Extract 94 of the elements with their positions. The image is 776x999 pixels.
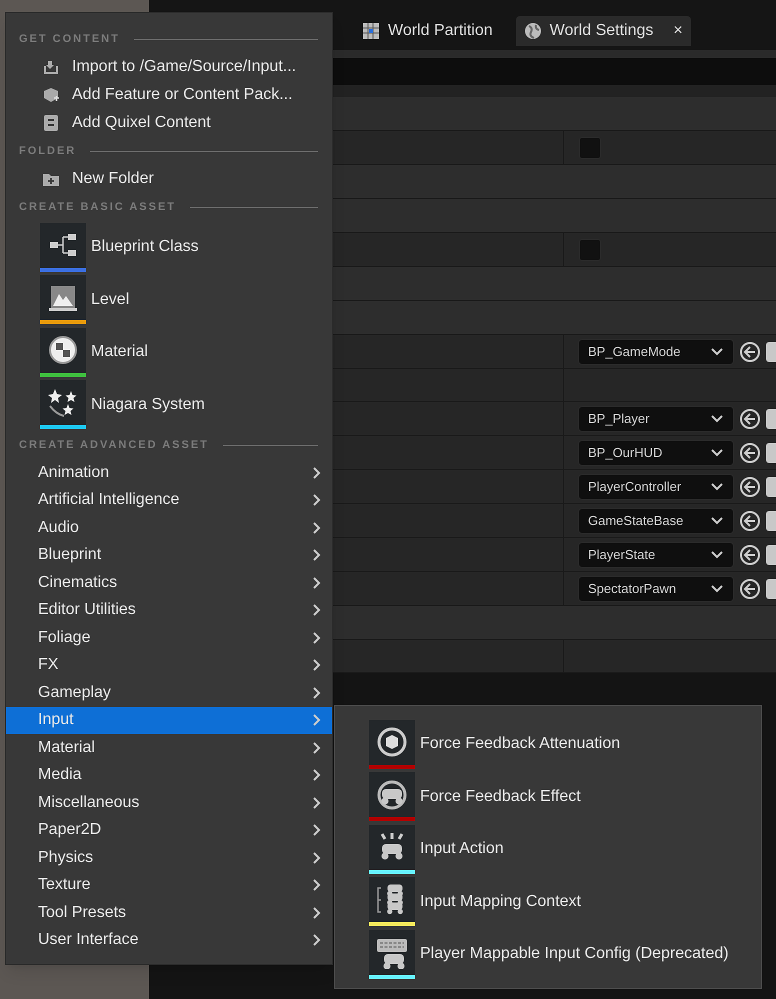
chevron-right-icon bbox=[312, 823, 322, 838]
globe-icon bbox=[524, 22, 542, 40]
browse-button[interactable] bbox=[766, 578, 776, 598]
browse-button[interactable] bbox=[766, 342, 776, 362]
asset-menu-item[interactable]: Player Mappable Input Config (Deprecated) bbox=[335, 928, 761, 980]
menu-item-label: Niagara System bbox=[91, 394, 205, 415]
grid-icon bbox=[362, 22, 380, 40]
submenu-item[interactable]: Texture bbox=[6, 872, 332, 899]
chevron-down-icon bbox=[710, 448, 724, 458]
box-icon bbox=[42, 86, 60, 104]
chevron-right-icon bbox=[312, 576, 322, 590]
panel-tab[interactable]: World Settings × bbox=[516, 16, 691, 46]
chevron-right-icon bbox=[312, 740, 322, 755]
submenu-item[interactable]: Cinematics bbox=[6, 569, 332, 596]
chevron-right-icon bbox=[312, 630, 322, 645]
asset-menu-item[interactable]: Input Action bbox=[335, 823, 761, 876]
close-icon[interactable]: × bbox=[673, 19, 683, 43]
menu-item[interactable]: Import to /Game/Source/Input... bbox=[6, 53, 332, 81]
chevron-right-icon bbox=[312, 603, 322, 618]
chevron-right-icon bbox=[312, 768, 322, 782]
browse-button[interactable] bbox=[766, 408, 776, 428]
asset-menu-item[interactable]: Level bbox=[6, 274, 332, 326]
chevron-right-icon bbox=[312, 796, 322, 810]
chevron-down-icon bbox=[710, 482, 724, 492]
asset-menu-item[interactable]: Blueprint Class bbox=[6, 221, 332, 274]
menu-item[interactable]: Add Feature or Content Pack... bbox=[6, 81, 332, 109]
class-dropdown[interactable]: BP_OurHUD bbox=[578, 440, 734, 466]
asset-menu-item[interactable]: Niagara System bbox=[6, 378, 332, 431]
asset-menu-item[interactable]: Material bbox=[6, 326, 332, 378]
submenu-item[interactable]: Audio bbox=[6, 514, 332, 542]
chevron-down-icon bbox=[710, 414, 724, 424]
browse-button[interactable] bbox=[766, 510, 776, 530]
submenu-item[interactable]: Gameplay bbox=[6, 679, 332, 706]
submenu-item[interactable]: Physics bbox=[6, 844, 332, 872]
menu-item-label: Input Action bbox=[420, 839, 504, 860]
browse-button[interactable] bbox=[766, 544, 776, 564]
chevron-down-icon bbox=[710, 346, 724, 356]
chevron-right-icon bbox=[312, 933, 322, 948]
section-heading: CREATE ADVANCED ASSET bbox=[19, 438, 209, 453]
menu-item-label: Blueprint Class bbox=[91, 237, 199, 258]
submenu-item[interactable]: Editor Utilities bbox=[6, 596, 332, 624]
menu-item-label: Force Feedback Attenuation bbox=[420, 734, 620, 754]
asset-menu-item[interactable]: Input Mapping Context bbox=[335, 876, 761, 928]
submenu-item[interactable]: Input bbox=[6, 706, 332, 734]
browse-button[interactable] bbox=[766, 476, 776, 496]
menu-item-label: Level bbox=[91, 290, 130, 310]
submenu-item[interactable]: Tool Presets bbox=[6, 899, 332, 926]
submenu-item[interactable]: Material bbox=[6, 734, 332, 762]
checkbox[interactable] bbox=[579, 136, 601, 158]
chevron-down-icon bbox=[710, 550, 724, 560]
chevron-right-icon bbox=[312, 548, 322, 562]
chevron-right-icon bbox=[312, 850, 322, 865]
class-dropdown[interactable]: PlayerController bbox=[578, 474, 734, 500]
chevron-down-icon bbox=[710, 516, 724, 526]
checkbox[interactable] bbox=[579, 238, 601, 260]
asset-menu-item[interactable]: Force Feedback Attenuation bbox=[335, 718, 761, 770]
import-icon bbox=[42, 58, 60, 76]
chevron-right-icon bbox=[312, 906, 322, 920]
asset-menu-item[interactable]: Force Feedback Effect bbox=[335, 770, 761, 823]
menu-item-label: Material bbox=[91, 342, 148, 362]
section-heading: CREATE BASIC ASSET bbox=[19, 200, 176, 215]
submenu-item[interactable]: Miscellaneous bbox=[6, 789, 332, 816]
gamepad-in-ring-icon bbox=[375, 778, 409, 812]
menu-item[interactable]: Add Quixel Content bbox=[6, 109, 332, 137]
menu-item-label: Player Mappable Input Config (Deprecated) bbox=[420, 944, 729, 964]
class-dropdown[interactable]: BP_Player bbox=[578, 406, 734, 432]
submenu-item[interactable]: Blueprint bbox=[6, 542, 332, 569]
chevron-right-icon bbox=[312, 466, 322, 480]
chevron-right-icon bbox=[312, 493, 322, 508]
chevron-right-icon bbox=[312, 713, 322, 728]
panel-tab[interactable]: World Partition bbox=[354, 16, 501, 46]
menu-item-label: Input Mapping Context bbox=[420, 892, 581, 912]
browse-button[interactable] bbox=[766, 442, 776, 462]
chevron-right-icon bbox=[312, 520, 322, 535]
chevron-right-icon bbox=[312, 658, 322, 672]
section-heading: GET CONTENT bbox=[19, 32, 120, 47]
class-dropdown[interactable]: GameStateBase bbox=[578, 508, 734, 534]
submenu-item[interactable]: Artificial Intelligence bbox=[6, 486, 332, 514]
submenu-item[interactable]: Media bbox=[6, 762, 332, 789]
class-dropdown[interactable]: BP_GameMode bbox=[578, 338, 734, 364]
chevron-right-icon bbox=[312, 878, 322, 892]
class-dropdown[interactable]: SpectatorPawn bbox=[578, 576, 734, 602]
menu-item[interactable]: New Folder bbox=[6, 165, 332, 193]
chevron-right-icon bbox=[312, 686, 322, 700]
submenu-item[interactable]: Animation bbox=[6, 459, 332, 486]
section-heading: FOLDER bbox=[19, 144, 76, 159]
submenu-item[interactable]: Foliage bbox=[6, 624, 332, 652]
cube-in-ring-icon bbox=[375, 725, 409, 760]
class-dropdown[interactable]: PlayerState bbox=[578, 542, 734, 568]
submenu-item[interactable]: Paper2D bbox=[6, 816, 332, 844]
submenu-item[interactable]: FX bbox=[6, 652, 332, 679]
submenu-item[interactable]: User Interface bbox=[6, 926, 332, 954]
chevron-down-icon bbox=[710, 584, 724, 594]
menu-item-label: Force Feedback Effect bbox=[420, 786, 581, 807]
